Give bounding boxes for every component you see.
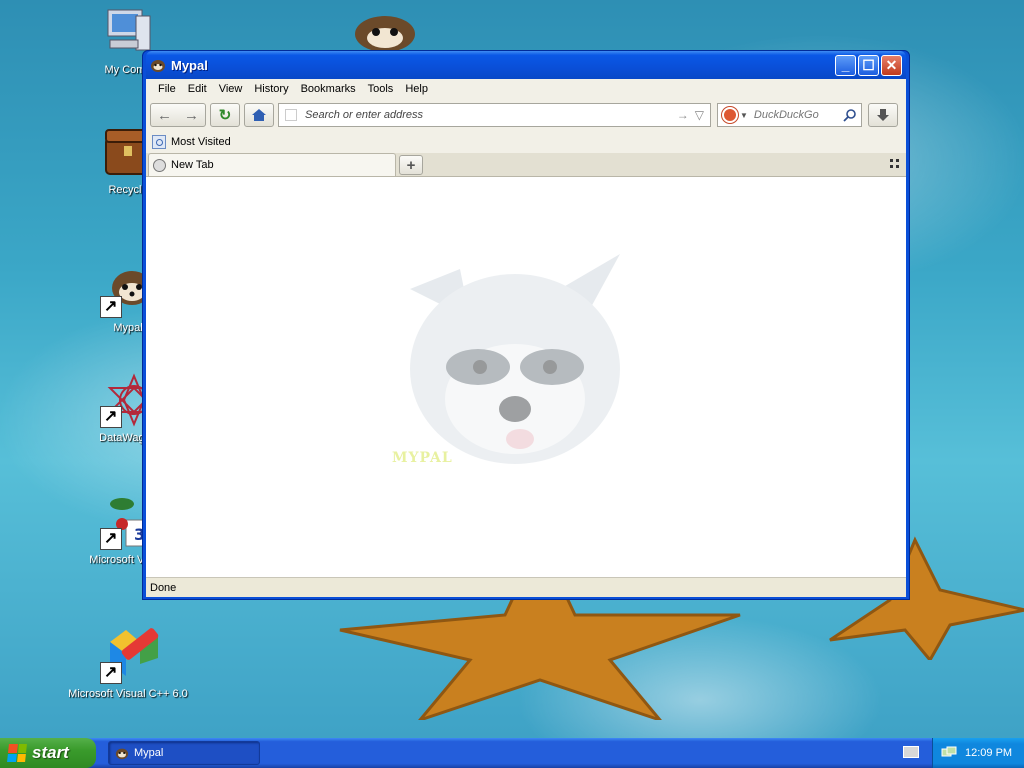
search-icon[interactable] bbox=[843, 108, 857, 122]
shortcut-arrow-icon bbox=[100, 662, 122, 684]
mypal-app-icon bbox=[151, 60, 165, 72]
menu-file[interactable]: File bbox=[152, 83, 182, 95]
download-arrow-icon bbox=[877, 109, 889, 121]
menu-bookmarks[interactable]: Bookmarks bbox=[295, 83, 362, 95]
back-forward-buttons: ← → bbox=[150, 103, 206, 127]
minimize-icon: _ bbox=[841, 57, 850, 73]
desktop-icon-visual-cpp[interactable]: Microsoft Visual C++ 6.0 bbox=[68, 628, 188, 700]
url-bar[interactable]: → ▽ bbox=[278, 103, 711, 127]
url-dropdown-icon[interactable]: ▽ bbox=[695, 108, 704, 122]
mypal-app-icon bbox=[115, 748, 129, 760]
browser-window: Mypal _ ☐ ✕ File Edit View History Bookm… bbox=[142, 50, 910, 600]
home-icon bbox=[252, 109, 266, 121]
status-bar: Done bbox=[146, 577, 906, 597]
new-tab-button[interactable]: + bbox=[399, 155, 423, 175]
navigation-toolbar: ← → ↻ → ▽ ▼ bbox=[146, 99, 906, 131]
close-button[interactable]: ✕ bbox=[881, 54, 902, 76]
search-bar[interactable]: ▼ bbox=[717, 103, 862, 127]
reload-icon: ↻ bbox=[218, 107, 232, 124]
start-label: start bbox=[32, 743, 69, 762]
maximize-button[interactable]: ☐ bbox=[858, 54, 879, 76]
shortcut-arrow-icon bbox=[100, 296, 122, 318]
back-arrow-icon[interactable]: ← bbox=[157, 107, 172, 124]
maximize-icon: ☐ bbox=[862, 56, 875, 73]
clock[interactable]: 12:09 PM bbox=[965, 747, 1012, 759]
plus-icon: + bbox=[406, 156, 416, 174]
page-icon bbox=[285, 109, 297, 121]
window-title: Mypal bbox=[171, 57, 208, 73]
home-button[interactable] bbox=[244, 103, 274, 127]
globe-icon bbox=[153, 158, 166, 172]
shortcut-arrow-icon bbox=[100, 406, 122, 428]
tab-label: New Tab bbox=[171, 159, 214, 171]
menu-edit[interactable]: Edit bbox=[182, 83, 213, 95]
go-arrow-icon[interactable]: → bbox=[677, 108, 689, 122]
visual-cpp-icon bbox=[100, 628, 159, 684]
menu-help[interactable]: Help bbox=[399, 83, 434, 95]
keyboard-icon[interactable] bbox=[903, 746, 919, 758]
system-tray: 12:09 PM bbox=[932, 738, 1024, 768]
status-text: Done bbox=[150, 581, 177, 594]
raccoon-watermark-image bbox=[410, 254, 620, 464]
tab-new-tab[interactable]: New Tab bbox=[148, 153, 396, 176]
start-button[interactable]: start bbox=[0, 738, 96, 768]
forward-arrow-icon[interactable]: → bbox=[184, 107, 199, 124]
bookmark-most-visited[interactable]: Most Visited bbox=[171, 136, 231, 148]
url-input[interactable] bbox=[305, 109, 671, 121]
reload-button[interactable]: ↻ bbox=[210, 103, 240, 127]
minimize-button[interactable]: _ bbox=[835, 54, 856, 76]
title-bar[interactable]: Mypal _ ☐ ✕ bbox=[146, 51, 906, 79]
duckduckgo-icon[interactable] bbox=[722, 107, 738, 123]
network-icon[interactable] bbox=[941, 746, 957, 760]
desktop-icon-label: Microsoft Visual C++ 6.0 bbox=[68, 688, 188, 700]
most-visited-icon bbox=[152, 135, 166, 149]
windows-flag-icon bbox=[7, 744, 27, 762]
search-input[interactable] bbox=[753, 109, 843, 121]
menu-view[interactable]: View bbox=[213, 83, 249, 95]
browser-client-area: File Edit View History Bookmarks Tools H… bbox=[146, 79, 906, 597]
close-icon: ✕ bbox=[885, 56, 898, 73]
bookmarks-toolbar: Most Visited bbox=[146, 131, 906, 153]
downloads-button[interactable] bbox=[868, 103, 898, 127]
mypal-logo-text: MYPAL bbox=[392, 450, 453, 466]
taskbar-item-label: Mypal bbox=[134, 747, 164, 759]
menu-bar: File Edit View History Bookmarks Tools H… bbox=[146, 79, 906, 99]
list-all-tabs-icon[interactable] bbox=[890, 159, 900, 169]
taskbar-item-mypal[interactable]: Mypal bbox=[108, 741, 260, 765]
search-engine-dropdown-icon[interactable]: ▼ bbox=[740, 111, 748, 120]
menu-history[interactable]: History bbox=[248, 83, 294, 95]
taskbar: start Mypal 12:09 PM bbox=[0, 738, 1024, 768]
shortcut-arrow-icon bbox=[100, 528, 122, 550]
raccoon-desktop-image bbox=[355, 16, 415, 50]
menu-tools[interactable]: Tools bbox=[362, 83, 400, 95]
page-content: MYPAL bbox=[146, 177, 906, 577]
tab-strip: New Tab + bbox=[146, 153, 906, 177]
